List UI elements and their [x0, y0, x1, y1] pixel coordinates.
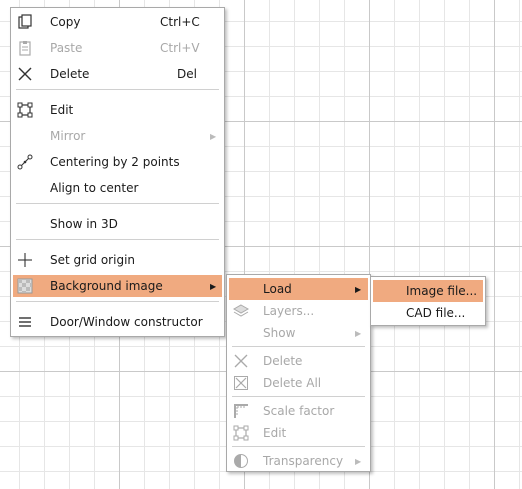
paste-icon	[17, 40, 33, 56]
copy-shortcut: Ctrl+C	[160, 15, 200, 29]
menu-item-edit[interactable]: Edit	[13, 99, 222, 121]
grid-origin-label: Set grid origin	[50, 253, 136, 267]
menu-item-transparency[interactable]: Transparency ▶	[229, 450, 368, 472]
menu-item-centering[interactable]: Centering by 2 points	[13, 151, 222, 173]
cad-file-label: CAD file...	[406, 306, 466, 320]
edit-label: Edit	[50, 103, 74, 117]
show-label: Show	[263, 326, 296, 340]
delete-x-icon	[17, 66, 33, 82]
delete-all-icon	[233, 375, 249, 391]
edit-frame-icon	[233, 425, 249, 441]
menu-item-door-window-constructor[interactable]: Door/Window constructor	[13, 311, 222, 333]
copy-icon	[17, 14, 33, 30]
menu-item-load[interactable]: Load ▶	[229, 278, 368, 300]
submenu-arrow-icon: ▶	[355, 284, 362, 294]
bg-edit-label: Edit	[263, 426, 287, 440]
submenu-arrow-icon: ▶	[355, 456, 362, 466]
align-label: Align to center	[50, 181, 139, 195]
menu-item-scale-factor[interactable]: Scale factor	[229, 400, 368, 422]
paste-label: Paste	[50, 41, 83, 55]
constructor-list-icon	[17, 314, 33, 330]
scale-factor-label: Scale factor	[263, 404, 335, 418]
copy-label: Copy	[50, 15, 81, 29]
image-file-label: Image file...	[406, 284, 478, 298]
separator	[232, 446, 365, 447]
menu-item-bg-delete-all[interactable]: Delete All	[229, 372, 368, 394]
delete-x-icon	[233, 353, 249, 369]
transparency-label: Transparency	[263, 454, 344, 468]
background-image-submenu: Load ▶ Layers... Show ▶ Delete Delete Al…	[226, 274, 371, 472]
submenu-arrow-icon: ▶	[210, 131, 217, 141]
background-image-label: Background image	[50, 279, 163, 293]
background-image-icon	[17, 278, 33, 294]
menu-item-delete[interactable]: Delete Del	[13, 63, 222, 85]
centering-label: Centering by 2 points	[50, 155, 180, 169]
scale-ruler-icon	[233, 403, 249, 419]
transparency-icon	[233, 453, 249, 469]
menu-item-cad-file[interactable]: CAD file...	[373, 302, 483, 324]
separator	[16, 301, 219, 302]
bg-delete-label: Delete	[263, 354, 303, 368]
menu-item-align-center[interactable]: Align to center	[13, 177, 222, 199]
edit-frame-icon	[17, 102, 33, 118]
menu-item-copy[interactable]: Copy Ctrl+C	[13, 11, 222, 33]
menu-item-bg-edit[interactable]: Edit	[229, 422, 368, 444]
layers-label: Layers...	[263, 304, 315, 318]
separator	[232, 346, 365, 347]
load-label: Load	[263, 282, 292, 296]
menu-item-show-3d[interactable]: Show in 3D	[13, 213, 222, 235]
centering-points-icon	[17, 154, 33, 170]
bg-delete-all-label: Delete All	[263, 376, 322, 390]
show3d-label: Show in 3D	[50, 217, 118, 231]
paste-shortcut: Ctrl+V	[160, 41, 200, 55]
menu-item-show[interactable]: Show ▶	[229, 322, 368, 344]
load-submenu: Image file... CAD file...	[370, 276, 486, 326]
layers-icon	[233, 303, 249, 319]
menu-item-background-image[interactable]: Background image ▶	[13, 275, 222, 297]
separator	[16, 203, 219, 204]
separator	[16, 89, 219, 90]
menu-item-bg-delete[interactable]: Delete	[229, 350, 368, 372]
menu-item-mirror[interactable]: Mirror ▶	[13, 125, 222, 147]
grid-origin-icon	[17, 252, 33, 268]
mirror-label: Mirror	[50, 129, 86, 143]
delete-label: Delete	[50, 67, 90, 81]
menu-item-image-file[interactable]: Image file...	[373, 280, 483, 302]
separator	[16, 239, 219, 240]
menu-item-layers[interactable]: Layers...	[229, 300, 368, 322]
separator	[232, 396, 365, 397]
delete-shortcut: Del	[177, 67, 197, 81]
submenu-arrow-icon: ▶	[210, 281, 217, 291]
context-menu: Copy Ctrl+C Paste Ctrl+V Delete Del Edit…	[10, 7, 225, 337]
submenu-arrow-icon: ▶	[355, 328, 362, 338]
constructor-label: Door/Window constructor	[50, 315, 203, 329]
menu-item-paste[interactable]: Paste Ctrl+V	[13, 37, 222, 59]
menu-item-grid-origin[interactable]: Set grid origin	[13, 249, 222, 271]
